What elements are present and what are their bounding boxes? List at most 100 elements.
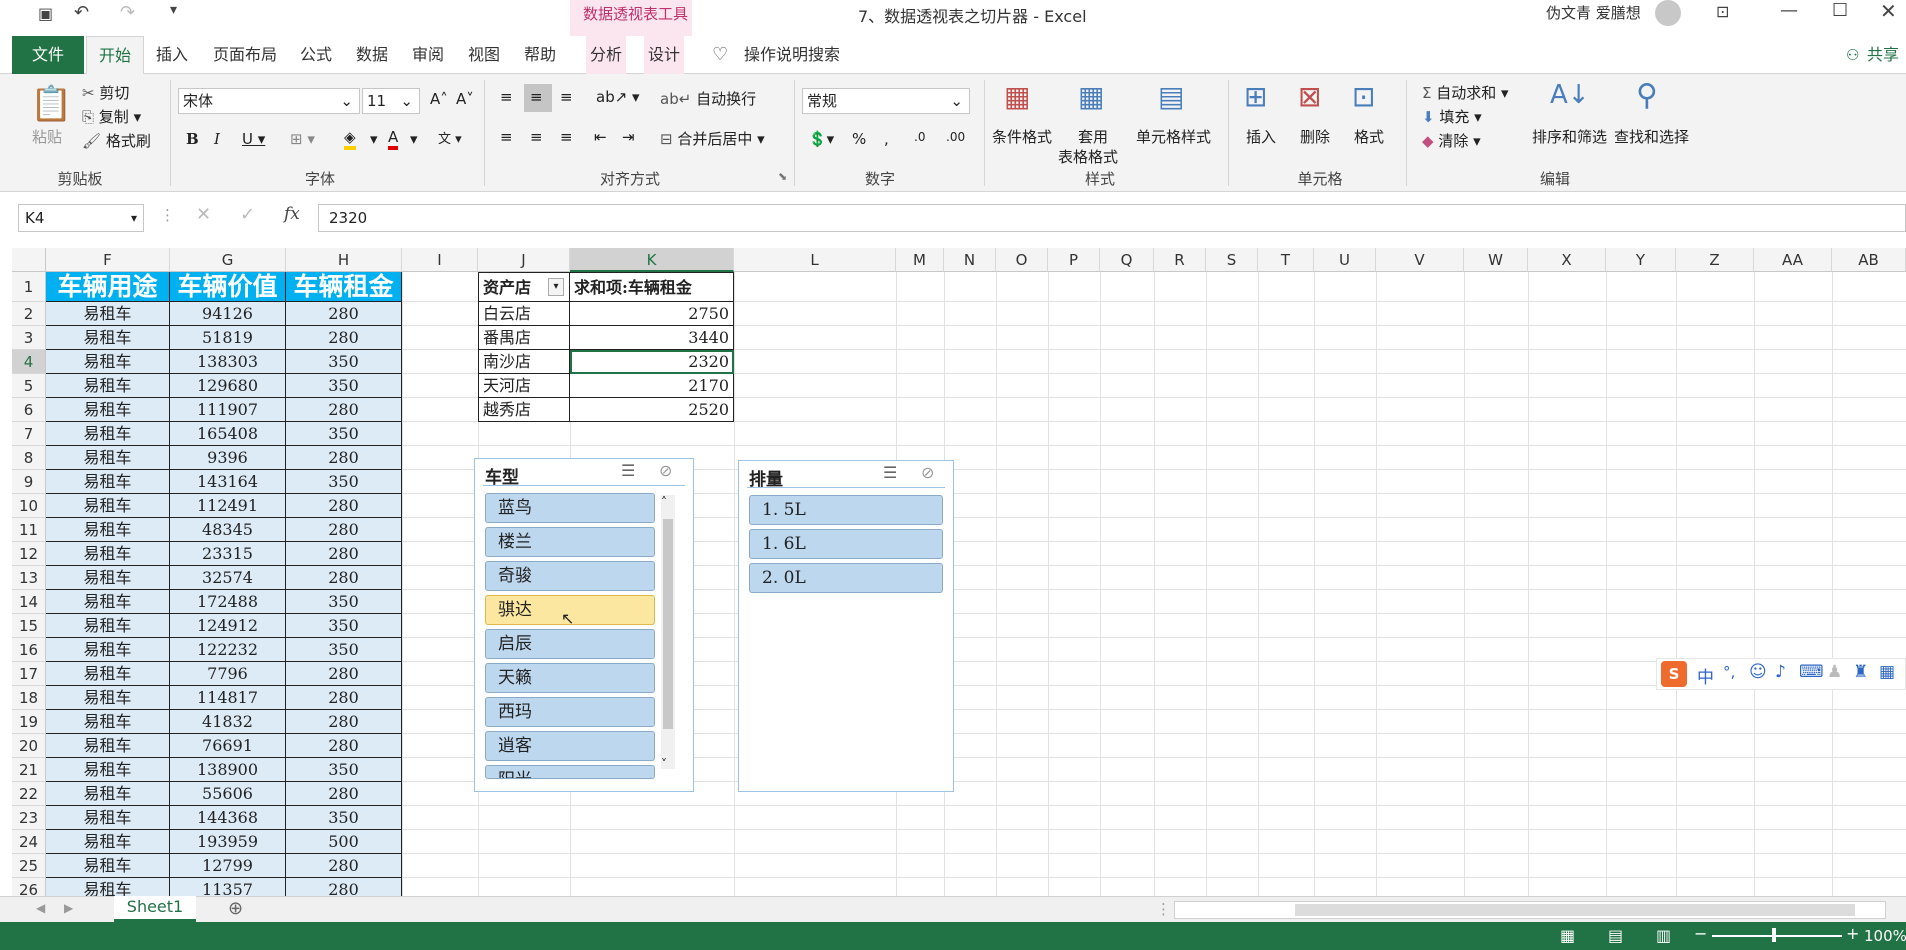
share-icon[interactable]: ⚇ [1846, 46, 1859, 64]
row-header[interactable]: 21 [12, 758, 46, 782]
table-cell[interactable]: 280 [286, 854, 402, 878]
orientation-icon[interactable]: ab↗ ▾ [596, 88, 640, 106]
table-cell[interactable]: 55606 [170, 782, 286, 806]
table-cell[interactable]: 易租车 [46, 830, 170, 854]
tab-data[interactable]: 数据 [352, 36, 392, 74]
align-middle-icon[interactable]: ≡ [530, 88, 543, 106]
table-cell[interactable]: 280 [286, 326, 402, 350]
table-cell[interactable]: 易租车 [46, 614, 170, 638]
table-cell[interactable]: 易租车 [46, 398, 170, 422]
table-cell[interactable]: 280 [286, 398, 402, 422]
table-cell[interactable]: 易租车 [46, 734, 170, 758]
pivot-row-label[interactable]: 天河店 [478, 374, 570, 398]
slicer-item[interactable]: 1. 6L [749, 529, 943, 559]
ime-toolbar[interactable]: S 中 °, ☺ ♪ ⌨ ♟ ♜ ▦ [1656, 658, 1906, 690]
table-cell[interactable]: 280 [286, 566, 402, 590]
avatar[interactable] [1655, 0, 1681, 26]
table-cell[interactable]: 350 [286, 590, 402, 614]
table-cell[interactable]: 172488 [170, 590, 286, 614]
tab-home[interactable]: 开始 [86, 36, 144, 74]
column-header[interactable]: Y [1606, 248, 1676, 272]
align-top-icon[interactable]: ≡ [500, 88, 513, 106]
column-header[interactable]: L [734, 248, 896, 272]
table-cell[interactable]: 280 [286, 782, 402, 806]
column-header[interactable]: S [1206, 248, 1258, 272]
tab-formulas[interactable]: 公式 [296, 36, 336, 74]
column-header[interactable]: U [1314, 248, 1376, 272]
close-icon[interactable]: ✕ [1880, 0, 1897, 23]
zoom-out-icon[interactable]: − [1694, 924, 1707, 943]
multi-select-icon[interactable]: ☰ [883, 463, 897, 482]
clear-button[interactable]: ◆ 清除 ▾ [1422, 130, 1481, 151]
table-cell[interactable]: 易租车 [46, 710, 170, 734]
table-cell[interactable]: 112491 [170, 494, 286, 518]
tab-insert[interactable]: 插入 [150, 36, 194, 74]
enter-icon[interactable]: ✓ [240, 204, 255, 225]
column-header[interactable]: I [402, 248, 478, 272]
table-cell[interactable]: 350 [286, 422, 402, 446]
table-cell[interactable]: 94126 [170, 302, 286, 326]
sort-filter-button[interactable]: 排序和筛选 [1532, 126, 1607, 147]
column-header[interactable]: W [1464, 248, 1528, 272]
column-header[interactable]: V [1376, 248, 1464, 272]
row-header[interactable]: 14 [12, 590, 46, 614]
prev-sheet-icon[interactable]: ◀ [36, 901, 45, 915]
tab-file[interactable]: 文件 [12, 36, 84, 74]
scroll-up-icon[interactable]: ˄ [661, 495, 667, 509]
minimize-icon[interactable]: — [1780, 0, 1798, 21]
bold-icon[interactable]: B [186, 130, 199, 148]
row-header[interactable]: 9 [12, 470, 46, 494]
row-header[interactable]: 19 [12, 710, 46, 734]
row-header[interactable]: 22 [12, 782, 46, 806]
table-cell[interactable]: 350 [286, 758, 402, 782]
table-cell[interactable]: 350 [286, 806, 402, 830]
fill-color-icon[interactable]: ◈ [344, 128, 356, 150]
horizontal-scrollbar[interactable] [1174, 901, 1886, 919]
column-header[interactable]: M [896, 248, 944, 272]
wrap-text-button[interactable]: ab↵ 自动换行 [660, 88, 756, 109]
italic-icon[interactable]: I [214, 130, 220, 148]
row-header[interactable]: 2 [12, 302, 46, 326]
customize-qat-icon[interactable]: ▾ [170, 2, 177, 18]
table-cell[interactable]: 280 [286, 662, 402, 686]
align-left-icon[interactable]: ≡ [500, 128, 513, 146]
sheet-tab-sheet1[interactable]: Sheet1 [114, 896, 196, 922]
pivot-row-label[interactable]: 白云店 [478, 302, 570, 326]
scroll-thumb[interactable] [1295, 904, 1855, 916]
maximize-icon[interactable]: ☐ [1832, 0, 1848, 21]
dialog-launcher-icon[interactable]: ⬊ [778, 170, 787, 183]
toolbox-icon[interactable]: ▦ [1879, 662, 1895, 682]
table-header-cell[interactable]: 车辆价值 [170, 272, 286, 302]
tab-page-layout[interactable]: 页面布局 [206, 36, 284, 74]
row-header[interactable]: 4 [12, 350, 46, 374]
row-header[interactable]: 16 [12, 638, 46, 662]
column-header[interactable]: H [286, 248, 402, 272]
font-color-dropdown[interactable]: ▾ [410, 130, 418, 148]
row-header[interactable]: 7 [12, 422, 46, 446]
pivot-header-value[interactable]: 求和项:车辆租金 [570, 272, 734, 302]
tell-me-search[interactable]: 操作说明搜索 [744, 36, 840, 74]
cancel-icon[interactable]: ✕ [196, 204, 211, 225]
table-cell[interactable]: 易租车 [46, 854, 170, 878]
column-header[interactable]: Q [1100, 248, 1154, 272]
table-cell[interactable]: 易租车 [46, 878, 170, 896]
normal-view-icon[interactable]: ▦ [1560, 926, 1575, 945]
column-header[interactable]: J [478, 248, 570, 272]
table-cell[interactable]: 350 [286, 374, 402, 398]
table-cell[interactable]: 51819 [170, 326, 286, 350]
pivot-row-label[interactable]: 南沙店 [478, 350, 570, 374]
filter-dropdown-icon[interactable]: ▾ [548, 278, 564, 296]
format-table-button[interactable]: 套用 [1078, 126, 1108, 147]
skin-icon[interactable]: ♜ [1853, 662, 1868, 682]
table-cell[interactable]: 48345 [170, 518, 286, 542]
table-cell[interactable]: 易租车 [46, 470, 170, 494]
punctuation-icon[interactable]: °, [1723, 663, 1735, 681]
table-cell[interactable]: 280 [286, 446, 402, 470]
font-size-select[interactable]: 11 ⌄ [362, 88, 420, 114]
decrease-decimal-icon[interactable]: .00 [946, 130, 965, 144]
table-cell[interactable]: 23315 [170, 542, 286, 566]
font-name-select[interactable]: 宋体 ⌄ [178, 88, 360, 114]
slicer-item[interactable]: 西玛 [485, 697, 655, 727]
pivot-value-cell[interactable]: 2170 [570, 374, 734, 398]
increase-decimal-icon[interactable]: .0 [914, 130, 925, 144]
